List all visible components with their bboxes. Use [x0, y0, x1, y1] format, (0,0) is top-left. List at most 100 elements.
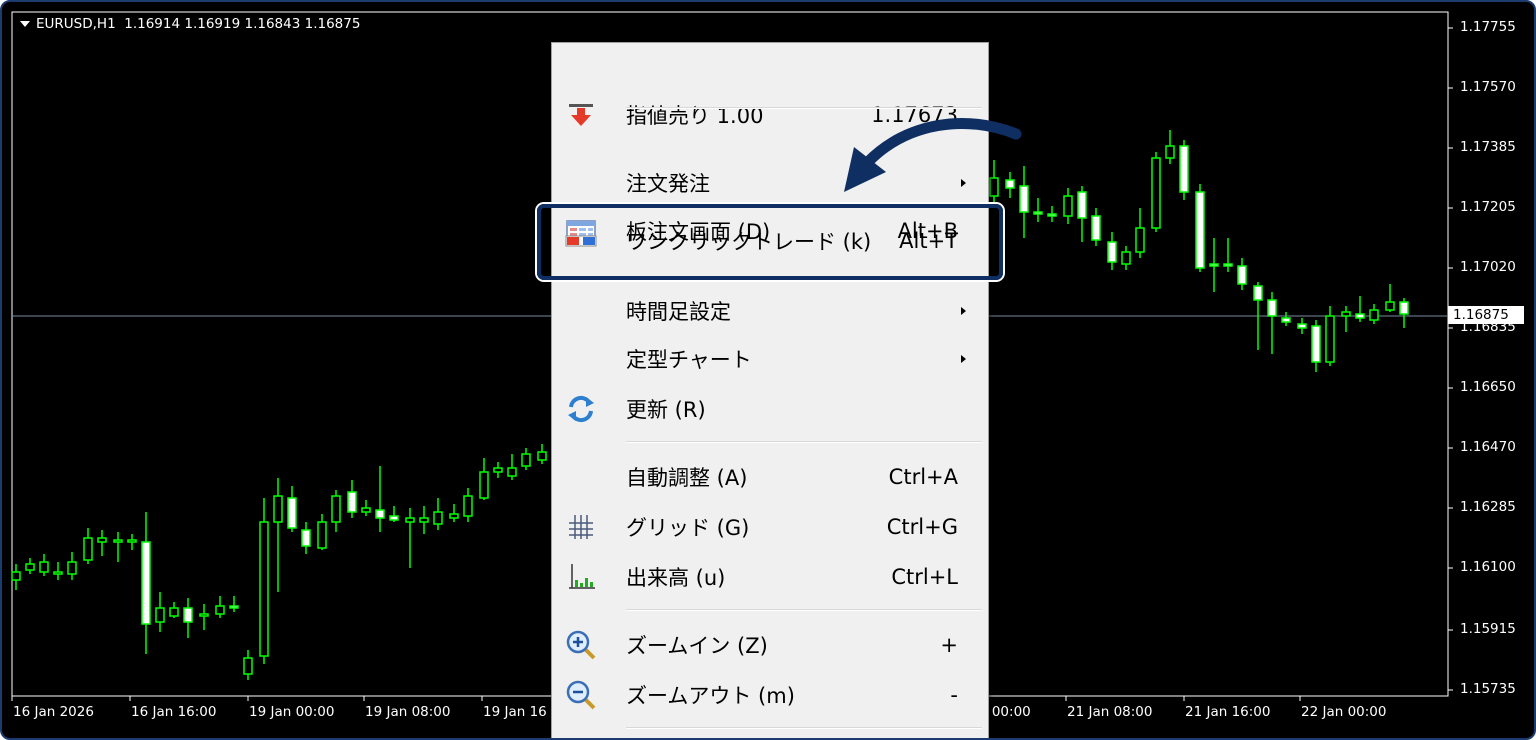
candle-body: [479, 471, 489, 499]
candle-body: [229, 605, 239, 609]
menu-label: 指値売り 1.00: [626, 104, 764, 128]
candle-body: [389, 515, 399, 521]
candle-body: [1005, 179, 1015, 189]
candle-body: [11, 571, 21, 581]
candle-body: [1107, 241, 1117, 263]
menu-item-new-order[interactable]: 注文発注: [552, 161, 988, 205]
candle-body: [1297, 323, 1307, 329]
menu-item-sell-limit[interactable]: 指値売り 1.00 1.17673: [552, 93, 988, 137]
candle-body: [375, 509, 385, 519]
candle-body: [1209, 263, 1219, 267]
price-axis-label: 1.15735: [1460, 681, 1516, 697]
dropdown-triangle-icon[interactable]: [20, 21, 30, 27]
zoom-out-icon: [566, 680, 596, 710]
highlight-box: [537, 204, 1003, 280]
candle-body: [169, 607, 179, 617]
price-axis-label: 1.15915: [1460, 621, 1516, 637]
menu-label: 出来高 (u): [626, 566, 726, 590]
candle-body: [1091, 215, 1101, 241]
candle-body: [1195, 191, 1205, 269]
refresh-icon: [568, 395, 594, 423]
price-axis-label: 1.16470: [1460, 439, 1516, 455]
candle-body: [301, 529, 311, 547]
candle-body: [39, 561, 49, 573]
menu-item-timeframes[interactable]: 時間足設定: [552, 289, 988, 333]
time-axis-label: 21 Jan 16:00: [1185, 704, 1271, 720]
submenu-arrow-icon: [961, 307, 966, 315]
candle-body: [507, 467, 517, 477]
candle-body: [1077, 191, 1087, 219]
menu-label: 定型チャート: [626, 348, 752, 372]
candle-body: [113, 539, 123, 543]
candle-body: [1369, 309, 1379, 321]
mt4-chart-window: EURUSD,H1 1.16914 1.16919 1.16843 1.1687…: [0, 0, 1536, 740]
candle-body: [273, 495, 283, 523]
candle-body: [141, 541, 151, 625]
candle-body: [83, 537, 93, 561]
candle-body: [1063, 195, 1073, 217]
zoom-in-icon: [566, 630, 596, 660]
menu-item-templates[interactable]: 定型チャート: [552, 337, 988, 381]
candle-body: [155, 607, 165, 623]
candle-body: [1355, 313, 1365, 319]
menu-item-grid[interactable]: グリッド (G) Ctrl+G: [552, 505, 988, 549]
menu-item-zoom-out[interactable]: ズームアウト (m) -: [552, 673, 988, 717]
candle-body: [493, 467, 503, 473]
chart-context-menu: 指値売り 1.00 1.17673 注文発注 板注文画面 (D) Alt+B ワ…: [551, 42, 989, 738]
candle-body: [1019, 185, 1029, 213]
price-axis-label: 1.16285: [1460, 499, 1516, 515]
candle-body: [127, 539, 137, 543]
menu-item-volumes[interactable]: 出来高 (u) Ctrl+L: [552, 555, 988, 599]
candle-body: [317, 521, 327, 549]
candle-body: [537, 451, 547, 461]
grid-icon: [569, 515, 593, 539]
menu-shortcut: -: [950, 683, 958, 707]
candle-body: [259, 521, 269, 657]
candle-body: [419, 517, 429, 523]
menu-label: グリッド (G): [626, 516, 750, 540]
candle-body: [1253, 285, 1263, 301]
candle-body: [215, 605, 225, 615]
menu-item-zoom-in[interactable]: ズームイン (Z) +: [552, 623, 988, 667]
candle-body: [1135, 227, 1145, 253]
candle-body: [97, 537, 107, 543]
menu-separator: [626, 727, 982, 729]
candle-body: [331, 495, 341, 523]
price-axis-label: 1.17570: [1460, 79, 1516, 95]
candle-body: [347, 491, 357, 513]
candle-body: [287, 497, 297, 529]
price-axis-label: 1.17020: [1460, 259, 1516, 275]
menu-item-refresh[interactable]: 更新 (R): [552, 387, 988, 431]
candle-body: [405, 517, 415, 523]
candle-body: [1341, 311, 1351, 317]
time-axis-label: 19 Jan 16: [483, 704, 547, 720]
price-axis-label: 1.17385: [1460, 139, 1516, 155]
volumes-icon: [569, 564, 595, 589]
price-axis-label: 1.16100: [1460, 559, 1516, 575]
candle-body: [1325, 315, 1335, 363]
menu-separator: [626, 609, 982, 611]
menu-item-auto-scroll[interactable]: 自動調整 (A) Ctrl+A: [552, 455, 988, 499]
candle-body: [1223, 263, 1233, 267]
candle-body: [1311, 325, 1321, 363]
candle-body: [67, 561, 77, 575]
menu-label: 自動調整 (A): [626, 466, 748, 490]
candle-body: [1281, 317, 1291, 323]
candle-body: [1267, 299, 1277, 317]
candle-body: [1165, 145, 1175, 159]
arrow-down-red-icon: [569, 104, 593, 126]
menu-shortcut: Ctrl+L: [891, 565, 958, 589]
candle-body: [243, 657, 253, 675]
candle-body: [1121, 251, 1131, 265]
candle-body: [53, 571, 63, 575]
menu-label: 更新 (R): [626, 398, 706, 422]
candle-body: [1237, 265, 1247, 285]
symbol-info-text: EURUSD,H1 1.16914 1.16919 1.16843 1.1687…: [36, 16, 361, 32]
symbol-info-bar: EURUSD,H1 1.16914 1.16919 1.16843 1.1687…: [20, 16, 360, 32]
candle-body: [1399, 301, 1409, 315]
time-axis-label: 19 Jan 00:00: [249, 704, 335, 720]
candle-body: [463, 495, 473, 517]
candle-body: [199, 613, 209, 617]
price-axis-label: 1.17205: [1460, 199, 1516, 215]
time-axis-label: 19 Jan 08:00: [365, 704, 451, 720]
